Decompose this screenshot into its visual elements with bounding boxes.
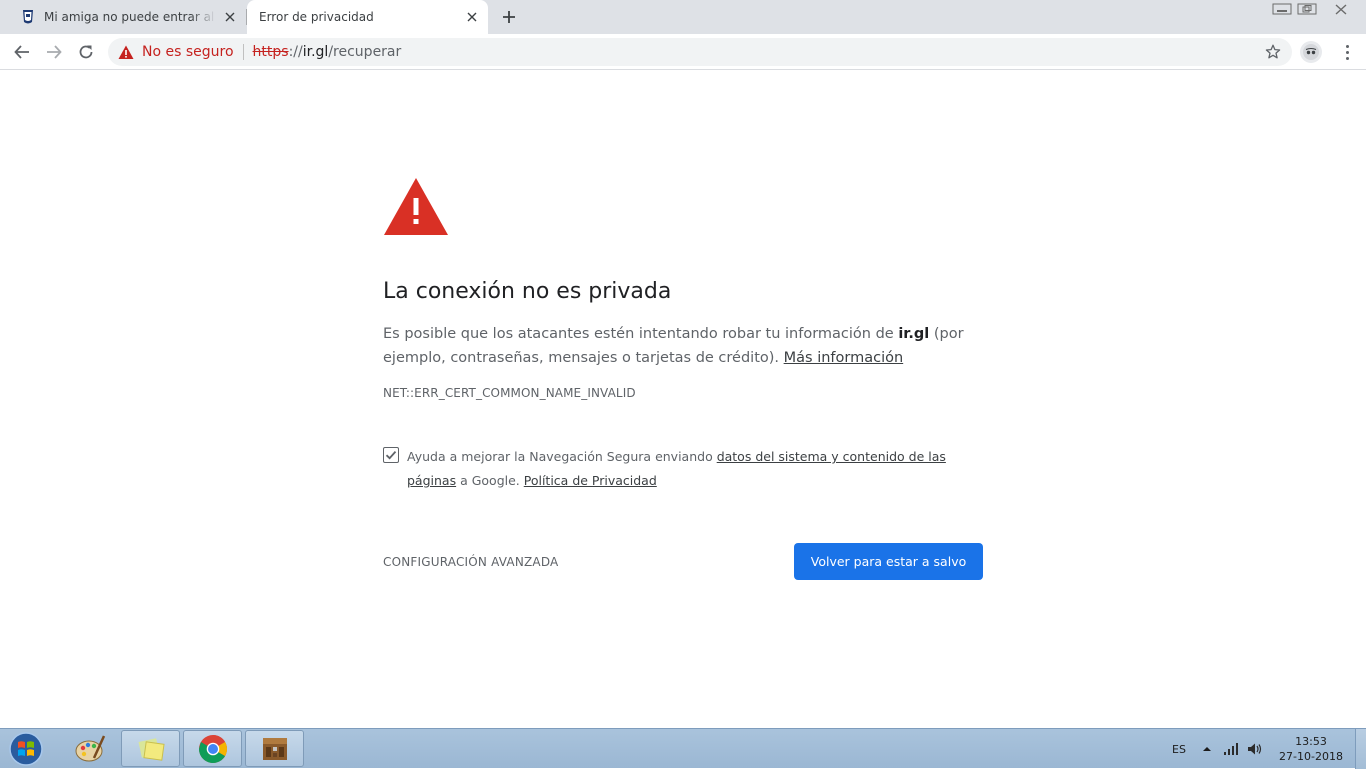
url-text[interactable]: https://ir.gl/recuperar [253, 44, 402, 60]
system-clock[interactable]: 13:53 27-10-2018 [1276, 734, 1346, 764]
close-tab-icon[interactable] [222, 9, 238, 25]
page-heading: La conexión no es privada [383, 279, 672, 304]
paint-taskbar-button[interactable] [60, 730, 119, 767]
tab-strip: Mi amiga no puede entrar al serv Error d… [0, 0, 1366, 34]
sticky-notes-icon [138, 737, 165, 761]
warning-triangle-icon [384, 178, 448, 235]
plus-icon [503, 11, 515, 23]
menu-icon[interactable] [1337, 40, 1357, 64]
windows-start-icon [9, 732, 43, 766]
omnibox-divider [242, 44, 244, 60]
tab-error-privacidad[interactable]: Error de privacidad [247, 0, 488, 34]
restore-icon [1297, 3, 1316, 14]
back-arrow-icon [14, 45, 29, 59]
privacy-policy-link[interactable]: Política de Privacidad [524, 473, 657, 488]
forum-favicon-icon [23, 10, 33, 24]
new-tab-button[interactable] [498, 7, 520, 27]
paint-palette-icon [75, 734, 105, 761]
network-icon[interactable] [1223, 729, 1241, 769]
windows-taskbar: ES 13:53 27-10-2018 [0, 728, 1366, 769]
minimize-icon [1272, 3, 1291, 14]
volume-icon[interactable] [1247, 729, 1263, 769]
not-secure-warning-icon[interactable] [118, 44, 134, 60]
close-window-button[interactable] [1319, 0, 1363, 17]
explanation-text: Es posible que los atacantes estén inten… [383, 326, 899, 342]
explanation-paragraph: Es posible que los atacantes estén inten… [383, 322, 983, 370]
address-bar[interactable]: No es seguro https://ir.gl/recuperar [108, 38, 1292, 66]
security-chip-label[interactable]: No es seguro [142, 44, 234, 60]
windows-start-button[interactable] [6, 731, 46, 767]
tab-title: Error de privacidad [259, 10, 374, 24]
reload-button[interactable] [74, 40, 98, 64]
sticky-notes-taskbar-button[interactable] [121, 730, 180, 767]
optin-text-start: Ayuda a mejorar la Navegación Segura env… [407, 449, 717, 464]
chevron-up-icon [1203, 747, 1211, 751]
url-path: /recuperar [328, 44, 402, 60]
chrome-taskbar-button[interactable] [183, 730, 242, 767]
safe-browsing-checkbox[interactable] [383, 447, 399, 463]
close-tab-icon[interactable] [464, 9, 480, 25]
tab-title: Mi amiga no puede entrar al serv [44, 10, 216, 24]
optin-text-middle: a Google. [456, 473, 524, 488]
browser-toolbar: No es seguro https://ir.gl/recuperar [0, 34, 1366, 70]
show-hidden-icons-button[interactable] [1202, 729, 1212, 769]
clock-date: 27-10-2018 [1279, 750, 1343, 763]
error-code: NET::ERR_CERT_COMMON_NAME_INVALID [383, 386, 636, 400]
back-to-safety-button[interactable]: Volver para estar a salvo [794, 543, 983, 580]
back-button[interactable] [10, 40, 34, 64]
profile-avatar-icon[interactable] [1300, 41, 1322, 63]
url-scheme: https [252, 44, 289, 60]
chrome-icon [198, 734, 227, 763]
reload-icon [79, 45, 93, 59]
advanced-settings-button[interactable]: CONFIGURACIÓN AVANZADA [383, 555, 558, 569]
optin-text: Ayuda a mejorar la Navegación Segura env… [407, 445, 983, 493]
url-host: ir.gl [302, 44, 329, 60]
minimize-window-button[interactable] [1269, 0, 1294, 17]
learn-more-link[interactable]: Más información [784, 350, 904, 366]
forward-button[interactable] [42, 40, 66, 64]
show-desktop-button[interactable] [1355, 729, 1366, 769]
clock-time: 13:53 [1295, 735, 1327, 748]
close-icon [1335, 3, 1347, 15]
checkmark-icon [385, 451, 397, 460]
url-separator: :// [288, 44, 303, 60]
tab-forum[interactable]: Mi amiga no puede entrar al serv [8, 0, 246, 34]
restore-window-button[interactable] [1294, 0, 1319, 17]
forward-arrow-icon [47, 45, 62, 59]
domain-name: ir.gl [898, 326, 930, 342]
language-indicator[interactable]: ES [1172, 729, 1186, 769]
minecraft-taskbar-button[interactable] [245, 730, 304, 767]
crafting-table-icon [262, 737, 287, 760]
bookmark-star-icon[interactable] [1264, 43, 1282, 61]
